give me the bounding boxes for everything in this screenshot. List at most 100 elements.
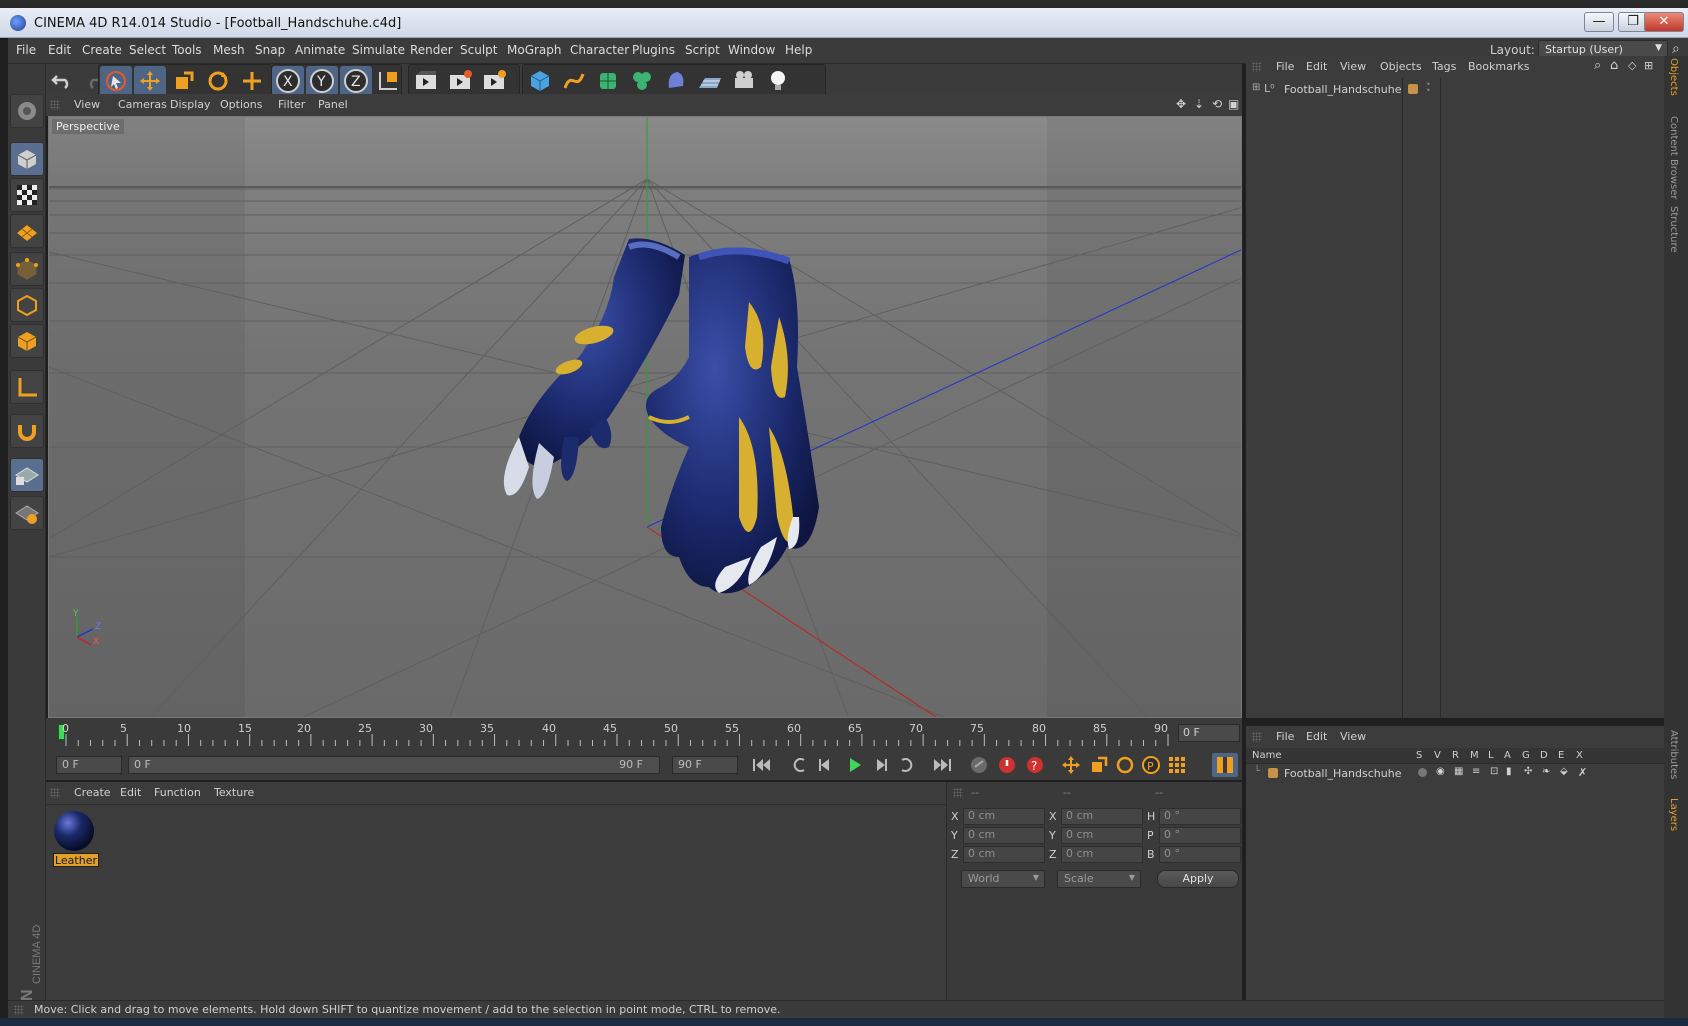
menu-edit[interactable]: Edit [48,43,71,57]
record-parameter-icon[interactable]: P [1138,753,1164,777]
layer-generators-icon[interactable]: ✣ [1524,766,1532,777]
next-key-icon[interactable] [894,753,920,777]
keyframe-selection-icon[interactable] [966,753,992,777]
move-tool-icon[interactable] [134,66,166,96]
camera-icon[interactable] [728,66,760,96]
menu-window[interactable]: Window [728,43,775,57]
undo-icon[interactable] [46,66,78,96]
locked-workplane-icon[interactable] [10,496,44,530]
model-mode-icon[interactable] [10,142,44,176]
play-icon[interactable] [842,753,868,777]
viewport-menu-cameras[interactable]: Cameras [118,98,167,111]
minimize-panel-icon[interactable]: ◇ [1628,59,1636,72]
render-settings-icon[interactable] [478,66,510,96]
tab-layers[interactable]: Layers [1668,798,1679,831]
record-point-level-icon[interactable] [1164,753,1190,777]
start-frame-field[interactable]: 0 F [56,756,122,774]
panel-grip[interactable] [1252,732,1262,742]
position-x-field[interactable]: 0 cm [963,808,1045,825]
object-menu-file[interactable]: File [1276,60,1294,73]
record-active-icon[interactable] [994,753,1020,777]
next-frame-icon[interactable] [868,753,894,777]
record-scale-icon[interactable] [1086,753,1112,777]
scale-tool-icon[interactable] [168,66,200,96]
light-icon[interactable] [762,66,794,96]
viewport-menu-view[interactable]: View [74,98,100,111]
layer-color-tag[interactable] [1408,84,1418,94]
object-menu-objects[interactable]: Objects [1380,60,1422,73]
rotate-tool-icon[interactable] [202,66,234,96]
position-z-field[interactable]: 0 cm [963,846,1045,863]
polygons-mode-icon[interactable] [10,324,44,358]
edges-mode-icon[interactable] [10,288,44,322]
go-to-end-icon[interactable] [930,753,956,777]
viewport-menu-panel[interactable]: Panel [318,98,348,111]
timeline-window-icon[interactable] [1212,753,1238,777]
end-frame-field[interactable]: 90 F [672,756,738,774]
new-view-icon[interactable]: ⊞ [1644,59,1653,72]
tab-attributes[interactable]: Attributes [1668,730,1679,779]
layer-name[interactable]: Football_Handschuhe [1284,767,1401,780]
menu-select[interactable]: Select [129,43,166,57]
panel-grip[interactable] [14,1005,24,1015]
minimize-button[interactable]: — [1584,12,1614,32]
points-mode-icon[interactable] [10,252,44,286]
render-to-picture-viewer-icon[interactable] [444,66,476,96]
object-menu-view[interactable]: View [1340,60,1366,73]
y-axis-lock-icon[interactable]: Y [306,66,338,96]
menu-create[interactable]: Create [82,43,122,57]
coordinate-mode-dropdown[interactable]: World ▼ [961,870,1045,888]
layer-lock-icon[interactable]: ⊡ [1490,766,1498,777]
previous-key-icon[interactable] [786,753,812,777]
axis-mode-icon[interactable] [10,370,44,404]
menu-plugins[interactable]: Plugins [632,43,675,57]
rotation-p-field[interactable]: 0 ° [1159,827,1241,844]
menu-script[interactable]: Script [685,43,720,57]
home-icon[interactable]: ⌂ [1610,58,1618,73]
position-y-field[interactable]: 0 cm [963,827,1045,844]
go-to-start-icon[interactable] [748,753,774,777]
viewport-menu-display[interactable]: Display [170,98,211,111]
rotate-view-icon[interactable]: ⟲ [1212,97,1222,111]
layer-animation-icon[interactable]: ▮ [1506,766,1512,777]
menu-simulate[interactable]: Simulate [352,43,405,57]
layer-deformers-icon[interactable]: ❧ [1542,766,1550,777]
menu-file[interactable]: File [16,43,36,57]
workplane-lock-icon[interactable] [10,458,44,492]
material-item-leather[interactable]: Leather [50,809,99,867]
layer-menu-edit[interactable]: Edit [1306,730,1327,743]
panel-grip[interactable] [50,100,60,110]
layer-color-swatch[interactable] [1268,768,1278,778]
texture-mode-icon[interactable] [10,178,44,212]
render-view-icon[interactable] [410,66,442,96]
size-mode-dropdown[interactable]: Scale ▼ [1057,870,1141,888]
size-z-field[interactable]: 0 cm [1061,846,1143,863]
layer-render-icon[interactable]: ▦ [1454,766,1463,777]
viewport-menu-options[interactable]: Options [220,98,262,111]
object-menu-edit[interactable]: Edit [1306,60,1327,73]
menu-help[interactable]: Help [785,43,812,57]
viewport-name-label[interactable]: Perspective [52,119,124,134]
rotation-h-field[interactable]: 0 ° [1159,808,1241,825]
football-glove-left[interactable] [503,238,685,499]
live-selection-icon[interactable] [100,66,132,96]
object-name[interactable]: Football_Handschuhe [1284,83,1401,96]
deformer-icon[interactable] [660,66,692,96]
layer-expressions-icon[interactable]: ⬙ [1560,766,1568,777]
spline-pen-icon[interactable] [558,66,590,96]
size-y-field[interactable]: 0 cm [1061,827,1143,844]
dolly-view-icon[interactable]: ⇣ [1194,97,1204,111]
panel-grip[interactable] [1252,62,1262,72]
object-menu-bookmarks[interactable]: Bookmarks [1468,60,1529,73]
menu-tools[interactable]: Tools [172,43,202,57]
tab-structure[interactable]: Structure [1668,206,1679,253]
menu-sculpt[interactable]: Sculpt [460,43,497,57]
workplane-mode-icon[interactable] [10,214,44,248]
size-x-field[interactable]: 0 cm [1061,808,1143,825]
close-button[interactable]: ✕ [1644,12,1684,32]
x-axis-lock-icon[interactable]: X [272,66,304,96]
expand-icon[interactable]: ⊞ [1252,82,1260,93]
menu-character[interactable]: Character [570,43,629,57]
coordinate-system-icon[interactable] [372,66,404,96]
menu-animate[interactable]: Animate [295,43,345,57]
